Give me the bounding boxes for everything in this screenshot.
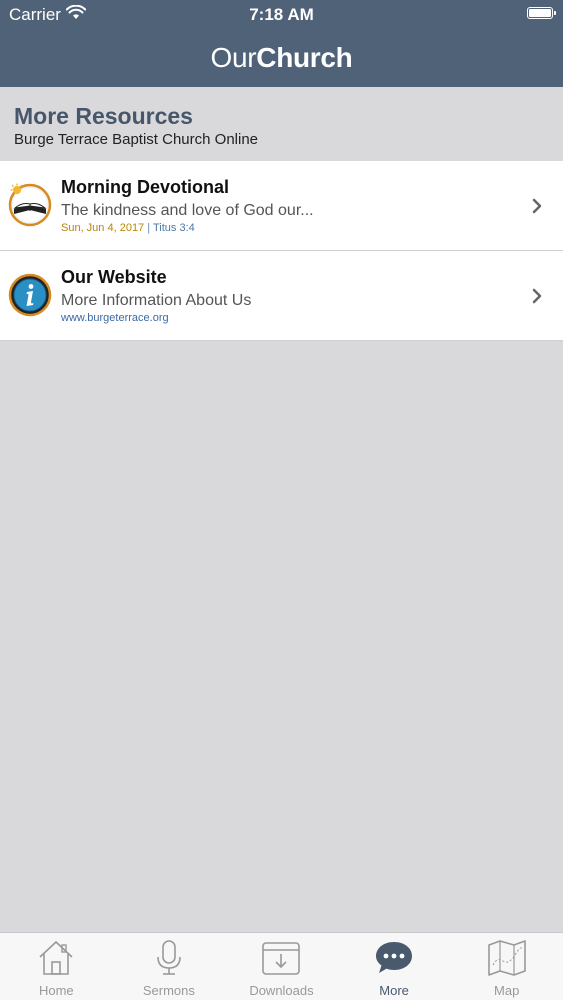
chat-bubble-icon (376, 942, 413, 973)
tab-label: Downloads (249, 983, 314, 998)
app-title-bold: Church (256, 42, 353, 73)
info-icon (8, 273, 52, 317)
section-title: More Resources (14, 103, 193, 129)
resource-list: Morning Devotional The kindness and love… (0, 161, 563, 341)
item-description: The kindness and love of God our... (61, 202, 314, 219)
tab-home[interactable]: Home (0, 933, 113, 1000)
tab-label: More (379, 983, 409, 998)
chevron-right-icon (532, 198, 542, 214)
chevron-right-icon (532, 288, 542, 304)
app-title: OurChurch (0, 42, 563, 74)
item-date: Sun, Jun 4, 2017 (61, 222, 145, 234)
item-description: More Information About Us (61, 292, 252, 309)
item-meta: www.burgeterrace.org (61, 312, 169, 324)
tab-label: Home (38, 983, 74, 998)
item-title: Our Website (61, 267, 167, 287)
microphone-icon (157, 940, 181, 975)
list-item-morning-devotional[interactable]: Morning Devotional The kindness and love… (0, 161, 563, 251)
item-reference: Titus 3:4 (152, 222, 195, 234)
app-title-light: Our (210, 42, 257, 73)
status-bar: Carrier 7:18 AM (0, 0, 563, 28)
tab-map[interactable]: Map (450, 933, 563, 1000)
tab-label: Sermons (142, 983, 195, 998)
list-item-our-website[interactable]: Our Website More Information About Us ww… (0, 251, 563, 341)
section-header: More Resources Burge Terrace Baptist Chu… (0, 87, 563, 161)
item-url[interactable]: www.burgeterrace.org (61, 312, 169, 324)
tab-more[interactable]: More (338, 933, 451, 1000)
battery-icon (527, 7, 556, 19)
tab-downloads[interactable]: Downloads (225, 933, 338, 1000)
tab-label: Map (494, 983, 520, 998)
map-icon (487, 940, 526, 976)
home-icon (39, 941, 73, 975)
tab-bar: Home Sermons Downloads More Map (0, 932, 563, 1000)
top-bar: Carrier 7:18 AM OurChurch (0, 0, 563, 87)
item-meta: Sun, Jun 4, 2017 | Titus 3:4 (61, 222, 195, 234)
tab-sermons[interactable]: Sermons (113, 933, 226, 1000)
sunrise-bible-icon (8, 183, 52, 227)
item-separator: | (147, 222, 151, 234)
clock: 7:18 AM (249, 5, 314, 24)
download-icon (262, 942, 301, 975)
item-title: Morning Devotional (61, 177, 229, 197)
section-subtitle: Burge Terrace Baptist Church Online (14, 131, 259, 148)
